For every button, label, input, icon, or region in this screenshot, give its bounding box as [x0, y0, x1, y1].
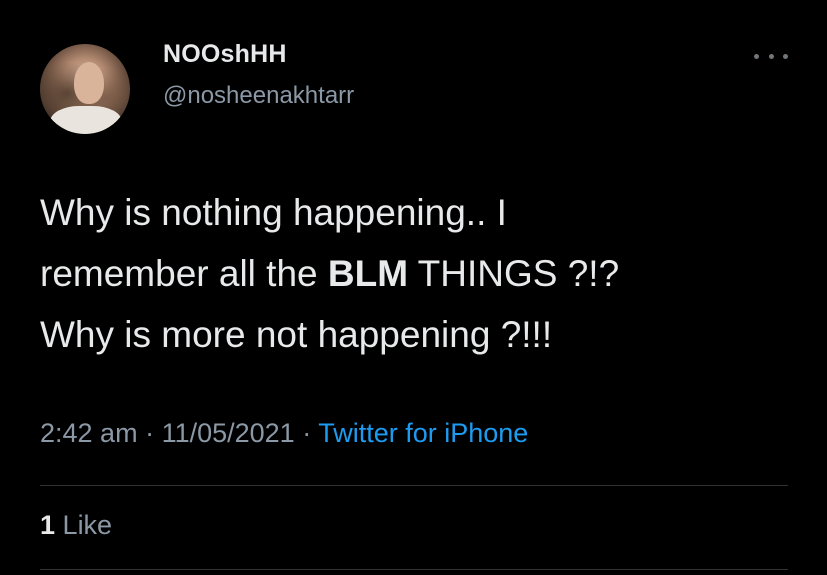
divider: [40, 569, 788, 570]
avatar-face: [74, 62, 104, 104]
more-dot: [783, 53, 788, 59]
text-segment: remember all the: [40, 253, 328, 294]
tweet-text-line: Why is more not happening ?!!!: [40, 304, 800, 365]
divider: [40, 485, 788, 486]
more-dot: [754, 53, 759, 59]
tweet-meta: 2:42 am · 11/05/2021 · Twitter for iPhon…: [40, 418, 528, 449]
avatar-shirt: [50, 106, 122, 134]
meta-separator: ·: [294, 418, 319, 448]
avatar[interactable]: [40, 44, 130, 134]
text-segment: THINGS ?!?: [408, 253, 620, 294]
text-segment: Why is more not happening ?!!!: [40, 314, 553, 355]
like-label: Like: [62, 510, 113, 540]
text-bold-segment: BLM: [327, 253, 409, 294]
like-count: 1: [40, 510, 56, 540]
likes-summary[interactable]: 1 Like: [40, 510, 112, 541]
text-segment: Why is nothing happening.. I: [40, 192, 507, 233]
more-horizontal-icon[interactable]: [754, 46, 788, 66]
author-name[interactable]: NOOshHH: [163, 40, 287, 69]
more-dot: [768, 53, 774, 59]
tweet-date[interactable]: 11/05/2021: [162, 418, 295, 448]
tweet-card: NOOshHH @nosheenakhtarr Why is nothing h…: [0, 0, 827, 575]
author-handle[interactable]: @nosheenakhtarr: [163, 82, 354, 110]
tweet-text: Why is nothing happening.. I remember al…: [40, 182, 800, 365]
meta-separator: ·: [137, 418, 162, 448]
tweet-source-link[interactable]: Twitter for iPhone: [318, 418, 528, 448]
tweet-time[interactable]: 2:42 am: [40, 418, 138, 448]
tweet-text-line: remember all the BLM THINGS ?!?: [40, 243, 800, 304]
tweet-text-line: Why is nothing happening.. I: [40, 182, 800, 243]
